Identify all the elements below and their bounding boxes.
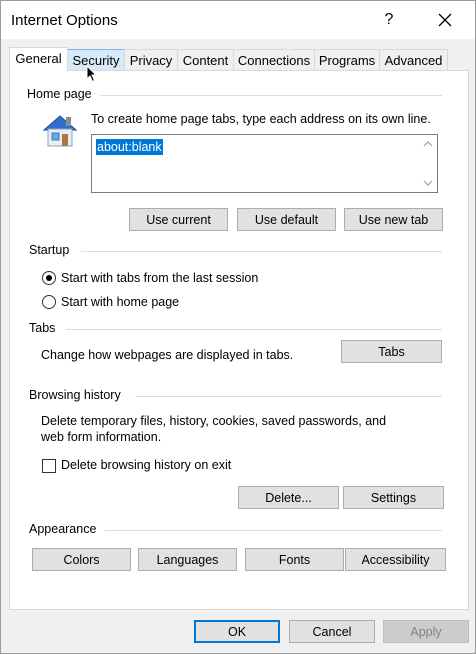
browsing-history-description-1: Delete temporary files, history, cookies… [41,414,387,428]
radio-label-last-session: Start with tabs from the last session [61,271,259,285]
general-tab-panel: Home page To create home page tabs, type… [9,70,469,610]
radio-label-home-page: Start with home page [61,295,180,309]
window-title: Internet Options [11,12,118,29]
use-current-button[interactable]: Use current [129,208,228,231]
home-page-address-value: about:blank [96,139,163,155]
radio-start-last-session[interactable] [42,271,56,285]
delete-on-exit-label: Delete browsing history on exit [61,458,232,472]
radio-start-home-page[interactable] [42,295,56,309]
delete-on-exit-checkbox[interactable] [42,459,56,473]
cancel-button[interactable]: Cancel [289,620,375,643]
tabs-group-label: Tabs [29,321,56,335]
internet-options-window: Internet Options ? General Security Priv… [0,0,476,654]
scroll-up-arrow-icon[interactable] [423,139,433,149]
history-settings-button[interactable]: Settings [343,486,444,509]
close-icon [438,13,452,27]
title-bar: Internet Options ? [1,1,475,39]
browsing-history-group-label: Browsing history [29,388,121,402]
tab-general[interactable]: General [9,47,68,72]
use-default-button[interactable]: Use default [237,208,336,231]
browsing-history-divider [135,396,442,397]
startup-group-label: Startup [29,243,70,257]
fonts-button[interactable]: Fonts [245,548,344,571]
tab-advanced[interactable]: Advanced [379,49,448,71]
mouse-pointer-icon [86,65,98,83]
appearance-group-label: Appearance [29,522,97,536]
apply-button[interactable]: Apply [383,620,469,643]
close-button[interactable] [429,5,461,35]
tab-connections[interactable]: Connections [233,49,315,71]
tab-programs[interactable]: Programs [314,49,380,71]
ok-button[interactable]: OK [194,620,280,643]
help-button[interactable]: ? [373,5,405,35]
startup-divider [81,251,442,252]
tabs-description: Change how webpages are displayed in tab… [41,348,294,362]
languages-button[interactable]: Languages [138,548,237,571]
home-page-house-icon [42,115,78,147]
use-new-tab-button[interactable]: Use new tab [344,208,443,231]
browsing-history-description-2: web form information. [41,430,162,444]
home-page-divider [100,95,442,96]
appearance-divider [105,530,442,531]
radio-selected-dot [46,275,52,281]
home-page-instruction: To create home page tabs, type each addr… [91,112,431,126]
tab-content[interactable]: Content [177,49,234,71]
accessibility-button[interactable]: Accessibility [345,548,446,571]
tabs-divider [66,329,442,330]
delete-history-button[interactable]: Delete... [238,486,339,509]
tabs-settings-button[interactable]: Tabs [341,340,442,363]
home-page-group-label: Home page [27,87,92,101]
colors-button[interactable]: Colors [32,548,131,571]
tab-strip: General Security Privacy Content Connect… [9,47,469,72]
tab-privacy[interactable]: Privacy [124,49,178,71]
scroll-down-arrow-icon[interactable] [423,178,433,188]
home-page-address-field[interactable]: about:blank [91,134,438,193]
